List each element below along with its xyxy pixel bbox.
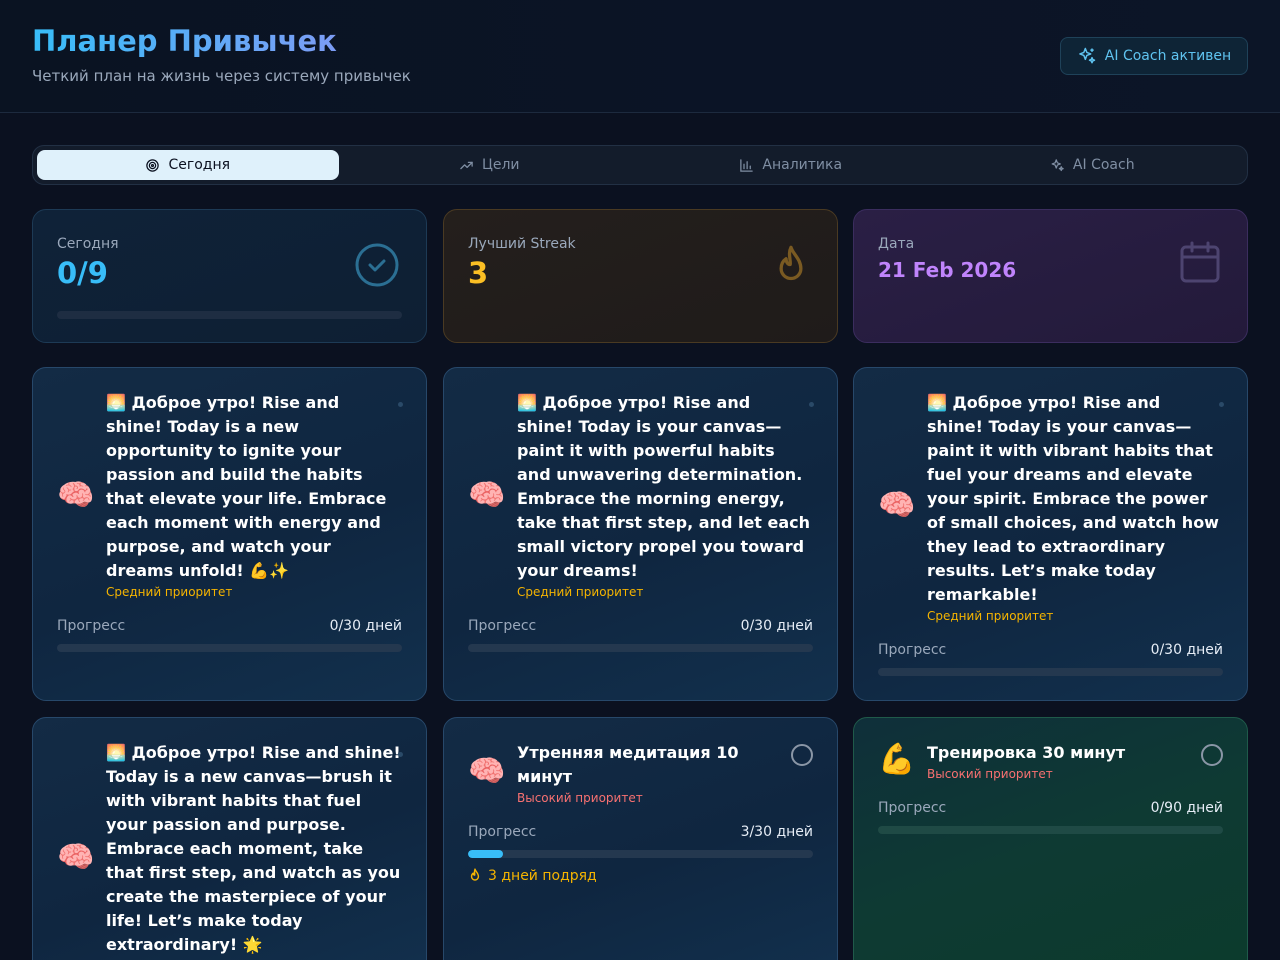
complete-toggle[interactable] [398,752,403,757]
progress-bar [468,850,813,858]
stat-label: Сегодня [57,236,119,252]
check-circle-icon [354,242,400,292]
habit-card[interactable]: 🧠 🌅 Доброе утро! Rise and shine! Today i… [443,367,838,701]
complete-toggle[interactable] [1219,402,1224,407]
tab-analytics[interactable]: Аналитика [640,150,942,180]
progress-label: Прогресс [468,618,537,634]
tab-label: Сегодня [168,157,231,173]
calendar-icon [1179,240,1221,288]
habit-priority: Средний приоритет [517,585,644,599]
tab-label: Цели [481,157,520,173]
habit-priority: Средний приоритет [106,585,233,599]
habit-priority: Высокий приоритет [927,767,1053,781]
habit-title: Тренировка 30 минут [927,743,1126,762]
habit-priority: Средний приоритет [927,609,1054,623]
tab-ai-coach[interactable]: AI Coach [942,150,1244,180]
bar-chart-icon [740,158,754,172]
complete-toggle[interactable] [809,402,814,407]
progress-bar [878,826,1223,834]
brain-icon: 🧠 [878,488,916,523]
brain-icon: 🧠 [468,754,506,789]
stat-card-date: Дата 21 Feb 2026 [853,209,1248,343]
habit-title: Утренняя медитация 10 минут [517,743,739,786]
flexed-biceps-icon: 💪 [878,742,916,777]
progress-days: 0/30 дней [1150,642,1223,658]
progress-days: 0/90 дней [1150,800,1223,816]
habit-card[interactable]: 🧠 🌅 Доброе утро! Rise and shine! Today i… [32,367,427,701]
habit-title: 🌅 Доброе утро! Rise and shine! Today is … [106,393,387,580]
tab-goals[interactable]: Цели [339,150,641,180]
brain-icon: 🧠 [57,478,95,513]
progress-label: Прогресс [57,618,126,634]
progress-bar [878,668,1223,676]
progress-bar [57,644,402,652]
stat-value: 0/9 [57,256,108,290]
trending-up-icon [460,161,473,169]
progress-days: 0/30 дней [740,618,813,634]
progress-label: Прогресс [878,800,947,816]
complete-toggle[interactable] [398,402,403,407]
streak-note: 3 дней подряд [468,868,597,884]
app-title: Планер Привычек [32,24,337,58]
stat-card-today: Сегодня 0/9 [32,209,427,343]
stat-label: Дата [878,236,915,252]
main-tabs: Сегодня Цели Аналитика AI Coach [32,145,1248,185]
stat-card-streak: Лучший Streak 3 [443,209,838,343]
sparkles-icon [1078,47,1096,64]
target-icon [146,158,160,172]
habit-priority: Высокий приоритет [517,791,643,805]
habit-card[interactable]: 🧠 Утренняя медитация 10 минут Высокий пр… [443,717,838,960]
progress-fill [468,850,503,858]
stat-value: 21 Feb 2026 [878,258,1017,282]
flame-icon [771,244,811,294]
habit-card[interactable]: 💪 Тренировка 30 минут Высокий приоритет … [853,717,1248,960]
app-header: Планер Привычек Четкий план на жизнь чер… [0,0,1280,113]
app-subtitle: Четкий план на жизнь через систему привы… [32,67,411,85]
progress-label: Прогресс [878,642,947,658]
brain-icon: 🧠 [57,840,95,875]
tab-label: Аналитика [762,157,843,173]
tab-label: AI Coach [1072,157,1135,173]
habit-title: 🌅 Доброе утро! Rise and shine! Today is … [106,743,401,954]
tab-today[interactable]: Сегодня [37,150,339,180]
progress-days: 0/30 дней [329,618,402,634]
progress-label: Прогресс [468,824,537,840]
brain-icon: 🧠 [468,478,506,513]
stat-label: Лучший Streak [468,236,576,252]
today-progress-bar [57,311,402,319]
habit-card[interactable]: 🧠 🌅 Доброе утро! Rise and shine! Today i… [32,717,427,960]
complete-checkbox[interactable] [1201,744,1223,766]
habit-title: 🌅 Доброе утро! Rise and shine! Today is … [927,393,1219,604]
habit-title: 🌅 Доброе утро! Rise and shine! Today is … [517,393,811,580]
ai-coach-status-button[interactable]: AI Coach активен [1060,37,1248,75]
stat-value: 3 [468,256,489,290]
ai-coach-status-label: AI Coach активен [1104,48,1232,64]
sparkles-icon [1051,158,1064,171]
flame-icon [470,868,480,881]
habit-card[interactable]: 🧠 🌅 Доброе утро! Rise and shine! Today i… [853,367,1248,701]
complete-checkbox[interactable] [791,744,813,766]
progress-days: 3/30 дней [740,824,813,840]
streak-text: 3 дней подряд [488,868,597,884]
progress-bar [468,644,813,652]
